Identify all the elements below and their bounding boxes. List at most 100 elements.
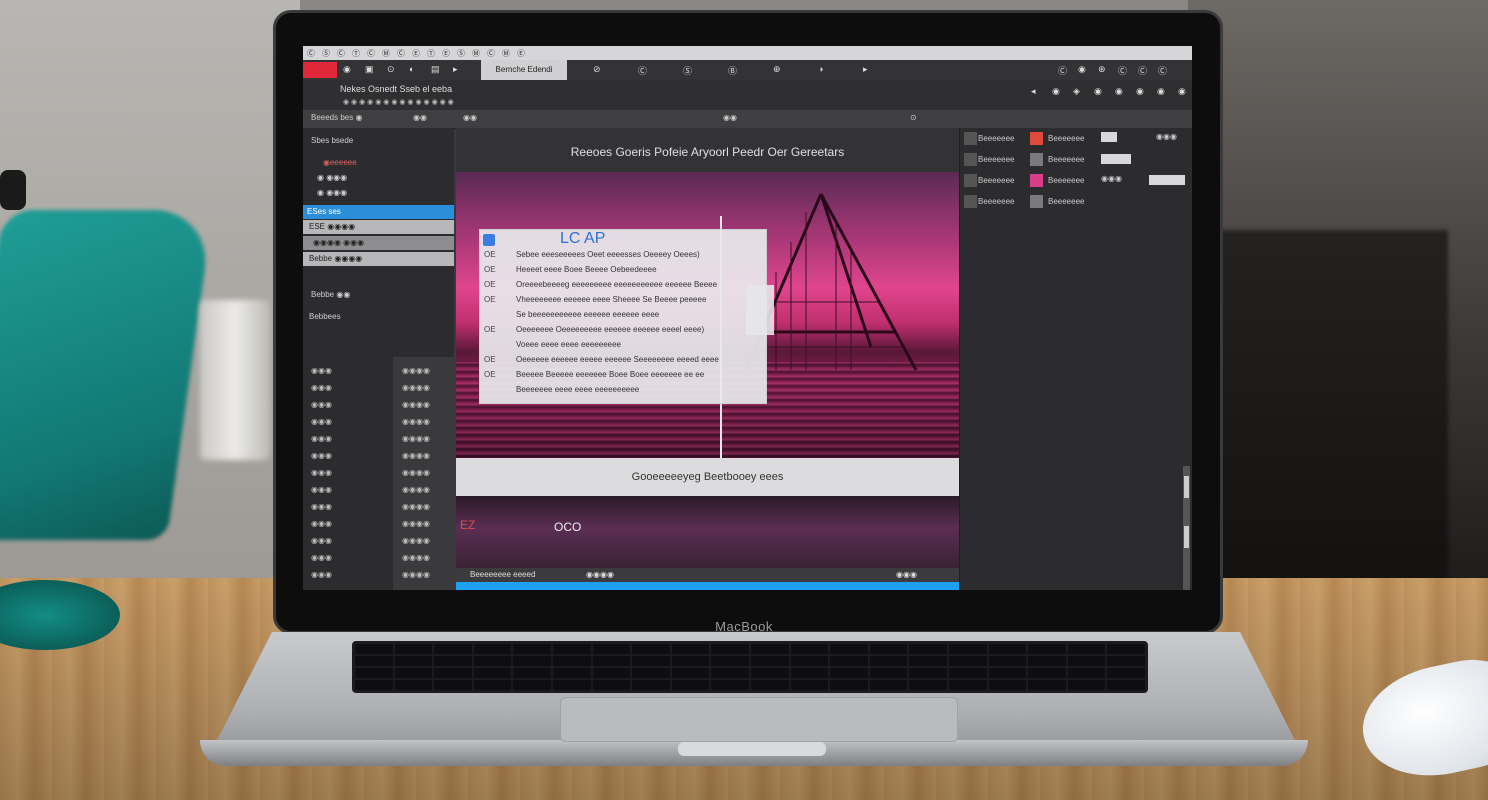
menu-item[interactable]: Ⓔ — [412, 48, 420, 59]
menu-item[interactable]: Ⓒ — [487, 48, 495, 59]
toolbar-icon[interactable]: Ⓒ — [1158, 64, 1167, 77]
keyboard-key[interactable] — [830, 668, 868, 678]
toolbar-icon[interactable]: ▸ — [453, 64, 458, 75]
keyboard-key[interactable] — [552, 680, 591, 690]
options-icon[interactable]: ◈ — [1073, 86, 1080, 97]
keyboard-key[interactable] — [592, 680, 631, 690]
keyboard-key[interactable] — [869, 644, 908, 654]
menu-item[interactable]: Ⓔ — [442, 48, 450, 59]
left-panel-row[interactable]: Sbes bsede — [303, 134, 454, 148]
left-panel-value[interactable]: ◉◉◉◉ — [402, 451, 430, 460]
layer-swatch[interactable] — [1030, 153, 1043, 166]
layer-name[interactable]: Beeeeeee — [978, 197, 1014, 206]
options-icon[interactable]: ◉ — [1157, 86, 1165, 97]
keyboard-key[interactable] — [592, 656, 631, 666]
keyboard-key[interactable] — [1107, 668, 1145, 678]
menu-item[interactable]: Ⓜ — [502, 48, 510, 59]
keyboard-key[interactable] — [830, 680, 868, 690]
keyboard-key[interactable] — [750, 644, 789, 654]
menu-item[interactable]: Ⓣ — [352, 48, 360, 59]
menu-item[interactable]: Ⓜ — [472, 48, 480, 59]
keyboard-key[interactable] — [473, 680, 512, 690]
toolbar-icon[interactable]: ▸ — [863, 64, 868, 75]
left-panel-row-selected[interactable]: ESes ses — [303, 205, 454, 219]
active-document-tab[interactable]: Bernche Edendi — [481, 60, 567, 80]
keyboard-key[interactable] — [909, 668, 947, 678]
app-logo[interactable] — [303, 62, 337, 78]
panel-header-left-icon[interactable]: ◉◉ — [413, 113, 427, 122]
keyboard-key[interactable] — [988, 656, 1027, 666]
keyboard-key[interactable] — [948, 680, 987, 690]
keyboard-key[interactable] — [513, 680, 551, 690]
menu-item[interactable]: Ⓒ — [367, 48, 375, 59]
left-panel-value[interactable]: ◉◉◉◉ — [402, 553, 430, 562]
layer-name[interactable]: Beeeeeee — [978, 134, 1014, 143]
overlay-side-tab[interactable] — [746, 285, 774, 335]
menu-item[interactable]: Ⓜ — [382, 48, 390, 59]
left-panel-field[interactable]: ◉◉◉◉ ◉◉◉ — [303, 236, 454, 250]
keyboard-key[interactable] — [592, 668, 631, 678]
keyboard-key[interactable] — [750, 680, 789, 690]
keyboard-key[interactable] — [632, 644, 670, 654]
keyboard-key[interactable] — [750, 668, 789, 678]
menu-item[interactable]: Ⓒ — [337, 48, 345, 59]
keyboard-key[interactable] — [394, 656, 433, 666]
keyboard-key[interactable] — [513, 668, 551, 678]
toolbar-icon[interactable]: Ⓒ — [1138, 64, 1147, 77]
keyboard-key[interactable] — [711, 680, 749, 690]
keyboard-key[interactable] — [988, 680, 1027, 690]
scroll-thumb[interactable] — [1184, 526, 1189, 548]
keyboard-key[interactable] — [909, 680, 947, 690]
toolbar-icon[interactable]: ⊙ — [387, 64, 395, 75]
keyboard-key[interactable] — [355, 644, 393, 654]
toolbar-icon[interactable]: ◉ — [343, 64, 351, 75]
right-panel-input[interactable] — [1149, 175, 1185, 185]
keyboard-key[interactable] — [1107, 656, 1145, 666]
keyboard-key[interactable] — [790, 656, 829, 666]
keyboard-key[interactable] — [513, 644, 551, 654]
keyboard-key[interactable] — [869, 668, 908, 678]
toolbar-icon[interactable]: ⊕ — [1098, 64, 1106, 75]
keyboard-key[interactable] — [948, 656, 987, 666]
keyboard-key[interactable] — [434, 656, 472, 666]
options-icon[interactable]: ◉ — [1052, 86, 1060, 97]
keyboard-key[interactable] — [790, 668, 829, 678]
keyboard-key[interactable] — [1028, 644, 1066, 654]
toolbar-icon[interactable]: ⊕ — [773, 64, 781, 75]
toolbar-icon[interactable]: Ⓒ — [1118, 64, 1127, 77]
keyboard-key[interactable] — [830, 656, 868, 666]
toolbar-icon[interactable]: ⊘ — [593, 64, 601, 75]
layer-thumbnail[interactable] — [964, 174, 977, 187]
scrollbar[interactable] — [1183, 466, 1190, 590]
left-panel-row[interactable]: ◉ ◉◉◉ — [303, 171, 454, 185]
left-panel-row[interactable]: Bebbe ◉◉ — [303, 288, 454, 302]
keyboard-key[interactable] — [711, 656, 749, 666]
menu-item[interactable]: Ⓢ — [322, 48, 330, 59]
keyboard-key[interactable] — [473, 644, 512, 654]
keyboard-key[interactable] — [434, 680, 472, 690]
options-icon[interactable]: ◂ — [1031, 86, 1036, 97]
keyboard-key[interactable] — [830, 644, 868, 654]
keyboard-key[interactable] — [394, 680, 433, 690]
keyboard-key[interactable] — [513, 656, 551, 666]
layer-thumbnail[interactable] — [964, 195, 977, 208]
left-panel-value[interactable]: ◉◉◉◉ — [402, 383, 430, 392]
keyboard-key[interactable] — [1028, 656, 1066, 666]
menu-item[interactable]: Ⓒ — [397, 48, 405, 59]
toolbar-icon[interactable]: ◐ — [409, 64, 414, 74]
keyboard-key[interactable] — [948, 644, 987, 654]
left-panel-value[interactable]: ◉◉◉◉ — [402, 519, 430, 528]
layer-swatch[interactable] — [1030, 174, 1043, 187]
keyboard-key[interactable] — [552, 668, 591, 678]
keyboard-key[interactable] — [988, 644, 1027, 654]
keyboard-key[interactable] — [355, 656, 393, 666]
keyboard-key[interactable] — [1067, 668, 1106, 678]
keyboard-key[interactable] — [869, 680, 908, 690]
toolbar-icon[interactable]: Ⓒ — [1058, 64, 1067, 77]
keyboard-key[interactable] — [1067, 680, 1106, 690]
keyboard-key[interactable] — [434, 644, 472, 654]
left-panel-field[interactable]: Bebbe ◉◉◉◉ — [303, 252, 454, 266]
keyboard-key[interactable] — [632, 680, 670, 690]
keyboard-key[interactable] — [355, 668, 393, 678]
keyboard-key[interactable] — [1107, 644, 1145, 654]
